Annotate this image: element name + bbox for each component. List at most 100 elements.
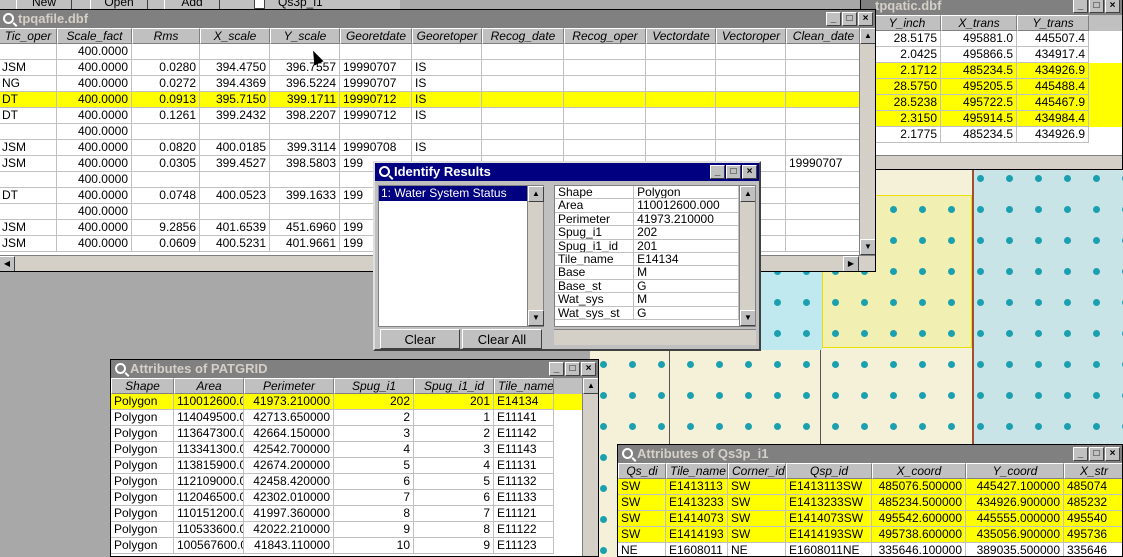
maximize-button[interactable]: □ <box>842 12 857 26</box>
column-header[interactable]: Tile_name <box>666 463 728 479</box>
horizontal-scrollbar[interactable] <box>554 329 756 345</box>
table-row[interactable]: Polygon114049500.00042713.65000021E11141 <box>111 410 582 426</box>
table-row[interactable]: NG 400.0000 0.0272 394.4369 396.5224 19990707… <box>0 76 859 92</box>
table-row[interactable]: JSM 400.0000 0.0280 394.4750 396.7557 1999070… <box>0 60 859 76</box>
identify-title-bar[interactable]: Identify Results _ □ × <box>375 163 759 181</box>
table-row[interactable]: 2.0425 495866.5 434917.4 <box>861 47 1122 63</box>
scroll-left-arrow-icon[interactable]: ◀ <box>0 256 15 271</box>
table-row[interactable]: Polygon112046500.00042302.01000076E11133 <box>111 490 582 506</box>
scroll-up-arrow-icon[interactable]: ▲ <box>740 186 755 202</box>
column-header[interactable]: Y_scale <box>270 28 340 44</box>
table-row[interactable]: 400.0000 <box>0 124 859 140</box>
vertical-scrollbar[interactable]: ▲ ▼ <box>527 186 544 326</box>
table-row[interactable]: SW E1414193 SW E1414193SW 495738.600000 43505… <box>618 527 1122 543</box>
maximize-button[interactable]: □ <box>726 165 741 179</box>
table-row[interactable]: 28.5750 495205.5 445488.4 <box>861 79 1122 95</box>
table-row[interactable]: Polygon110533600.00042022.21000098E11122 <box>111 522 582 538</box>
minimize-button[interactable]: _ <box>549 362 564 376</box>
maximize-button[interactable]: □ <box>1089 447 1104 461</box>
column-header[interactable]: Perimeter <box>244 378 334 394</box>
scroll-right-arrow-icon[interactable]: ▶ <box>843 256 859 271</box>
scroll-up-arrow-icon[interactable]: ▲ <box>583 378 598 394</box>
table-row[interactable]: Polygon110012600.00041973.210000202201E1… <box>111 394 582 410</box>
patgrid-window[interactable]: Attributes of PATGRID _ □ × Shape Area Perim… <box>110 359 599 557</box>
table-row[interactable]: 2.1712 485234.5 434926.9 <box>861 63 1122 79</box>
table-row[interactable]: NE E1608011 NE E1608011NE 335646.100000 38903… <box>618 543 1122 556</box>
table-row[interactable]: Polygon113341300.00042542.70000043E11143 <box>111 442 582 458</box>
column-header[interactable]: Recog_oper <box>564 28 646 44</box>
scroll-down-arrow-icon[interactable]: ▼ <box>860 239 875 255</box>
column-header[interactable]: Shape <box>111 378 174 394</box>
column-header[interactable]: Y_inch <box>873 15 941 31</box>
table-row[interactable]: Polygon110151200.00041997.36000087E11121 <box>111 506 582 522</box>
table-row[interactable]: JSM 400.0000 0.0820 400.0185 399.3114 1999070… <box>0 140 859 156</box>
table-row[interactable]: 400.0000 <box>0 44 859 60</box>
qs3p-title-bar[interactable]: Attributes of Qs3p_i1 _ □ × <box>618 445 1122 463</box>
horizontal-scrollbar[interactable] <box>861 155 1122 169</box>
column-header[interactable]: Rms <box>132 28 200 44</box>
table-row[interactable]: Polygon113647300.00042664.15000032E11142 <box>111 426 582 442</box>
column-header[interactable]: Georetdate <box>340 28 412 44</box>
identify-results-window[interactable]: Identify Results _ □ × 1: Water System Sta… <box>373 161 761 351</box>
column-header[interactable]: Y_coord <box>966 463 1064 479</box>
layer-checkbox[interactable] <box>254 0 265 9</box>
close-button[interactable]: × <box>581 362 596 376</box>
qs3p-window[interactable]: Attributes of Qs3p_i1 _ □ × Qs_di Tile_name… <box>617 444 1123 557</box>
table-row[interactable]: DT 400.0000 0.1261 399.2432 398.2207 19990712… <box>0 108 859 124</box>
tpqafile-title-bar[interactable]: tpqafile.dbf _ □ × <box>0 10 875 28</box>
minimize-button[interactable]: _ <box>710 165 725 179</box>
maximize-button[interactable]: □ <box>565 362 580 376</box>
scroll-down-arrow-icon[interactable]: ▼ <box>528 310 544 326</box>
column-header[interactable]: Qs_di <box>618 463 666 479</box>
column-header[interactable]: Spug_i1 <box>334 378 414 394</box>
vertical-scrollbar[interactable]: ▲ ▼ <box>859 28 875 255</box>
table-row[interactable]: 28.5238 495722.5 445467.9 <box>861 95 1122 111</box>
column-header[interactable]: X_trans <box>941 15 1017 31</box>
column-header[interactable]: Qsp_id <box>786 463 872 479</box>
column-header[interactable]: Vectoroper <box>716 28 786 44</box>
close-button[interactable]: × <box>1105 447 1120 461</box>
column-header[interactable]: Y_trans <box>1017 15 1089 31</box>
vertical-scrollbar[interactable]: ▲ ▼ <box>739 186 755 326</box>
minimize-button[interactable]: _ <box>1073 447 1088 461</box>
table-row[interactable]: SW E1413233 SW E1413233SW 485234.500000 43492… <box>618 495 1122 511</box>
table-row[interactable]: DT 400.0000 0.0913 395.7150 399.1711 19990712… <box>0 92 859 108</box>
column-header[interactable]: Tile_name <box>494 378 554 394</box>
column-header[interactable]: Spug_i1_id <box>414 378 494 394</box>
column-header[interactable]: Vectordate <box>646 28 716 44</box>
table-row[interactable]: Polygon112109000.00042458.42000065E11132 <box>111 474 582 490</box>
scroll-up-arrow-icon[interactable]: ▲ <box>528 186 544 202</box>
vertical-scrollbar[interactable]: ▲ <box>582 378 598 556</box>
scroll-up-arrow-icon[interactable]: ▲ <box>860 28 875 44</box>
identify-feature-list[interactable]: 1: Water System Status ▲ ▼ <box>378 185 544 327</box>
table-row[interactable]: SW E1414073 SW E1414073SW 495542.600000 44555… <box>618 511 1122 527</box>
table-row[interactable]: 28.5175 495881.0 445507.4 <box>861 31 1122 47</box>
column-header[interactable]: Scale_fact <box>57 28 132 44</box>
table-row[interactable]: 2.1775 485234.5 434926.9 <box>861 127 1122 143</box>
column-header[interactable]: X_coord <box>872 463 966 479</box>
table-row[interactable]: Polygon100567600.00041843.110000109E1112… <box>111 538 582 554</box>
column-header[interactable]: Corner_id <box>728 463 786 479</box>
close-button[interactable]: × <box>742 165 757 179</box>
close-button[interactable]: × <box>858 12 873 26</box>
column-header[interactable]: Georetoper <box>412 28 482 44</box>
column-header[interactable]: Recog_date <box>482 28 564 44</box>
minimize-button[interactable]: _ <box>826 12 841 26</box>
column-header[interactable]: Tic_oper <box>0 28 57 44</box>
table-row[interactable]: Polygon113815900.00042674.20000054E11131 <box>111 458 582 474</box>
patgrid-title-bar[interactable]: Attributes of PATGRID _ □ × <box>111 360 598 378</box>
clear-all-button[interactable]: Clear All <box>462 329 542 349</box>
minimize-button[interactable]: _ <box>1073 0 1088 13</box>
scroll-down-arrow-icon[interactable]: ▼ <box>740 310 755 326</box>
tpqatic-window[interactable]: tpqatic.dbf _ □ × Y_inch X_trans Y_trans 28.… <box>860 0 1123 170</box>
maximize-button[interactable]: □ <box>1089 0 1104 13</box>
table-row[interactable]: 2.3150 495914.5 434984.4 <box>861 111 1122 127</box>
feature-list-item[interactable]: 1: Water System Status <box>379 186 527 201</box>
close-button[interactable]: × <box>1105 0 1120 13</box>
tpqatic-title-bar[interactable]: tpqatic.dbf _ □ × <box>861 0 1122 15</box>
column-header[interactable]: X_scale <box>200 28 270 44</box>
column-header[interactable]: Clean_date <box>786 28 859 44</box>
column-header[interactable]: X_str <box>1064 463 1122 479</box>
table-row[interactable]: SW E1413113 SW E1413113SW 485076.500000 44542… <box>618 479 1122 495</box>
clear-button[interactable]: Clear <box>380 329 460 349</box>
